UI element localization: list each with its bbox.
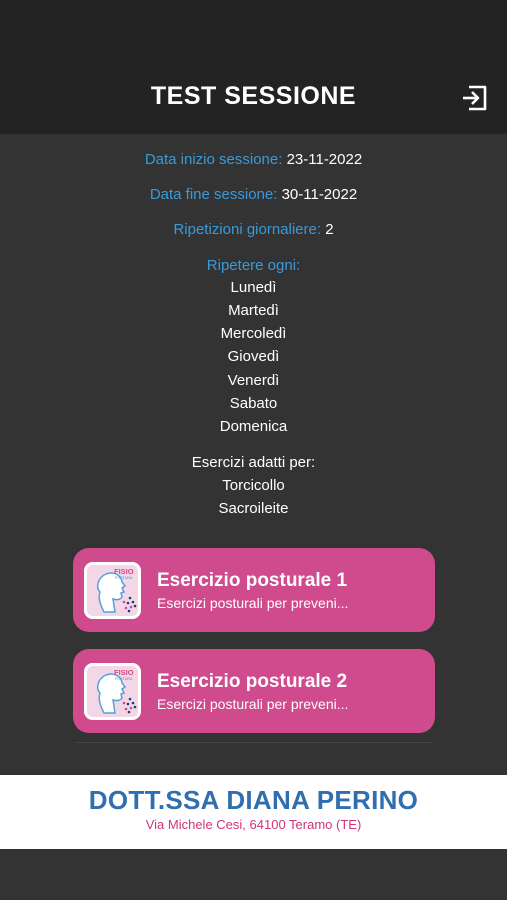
exercise-title: Esercizio posturale 2: [157, 671, 348, 692]
thumb-brand: FISIO: [114, 668, 134, 677]
exercise-subtitle: Esercizi posturali per preveni...: [157, 595, 349, 611]
day-item: Lunedì: [230, 279, 277, 296]
bottom-spacer: [0, 849, 507, 900]
condition-item: Torcicollo: [222, 477, 285, 494]
suited-for-label: Esercizi adatti per:: [191, 454, 316, 471]
doctor-address: Via Michele Cesi, 64100 Teramo (TE): [145, 817, 362, 832]
repeat-every-label-row: Ripetere ogni:: [0, 257, 507, 274]
day-item: Domenica: [219, 418, 288, 435]
thumb-brand-sub: POSTURA: [115, 677, 133, 681]
day-item: Mercoledì: [220, 325, 287, 342]
list-divider: [75, 742, 433, 743]
repeat-every-label: Ripetere ogni:: [206, 257, 301, 274]
day-item: Giovedì: [227, 348, 280, 365]
exercise-title: Esercizio posturale 1: [157, 570, 348, 591]
logout-button[interactable]: [460, 84, 490, 112]
daily-reps-value: 2: [325, 221, 334, 238]
session-end-value: 30-11-2022: [281, 186, 358, 203]
day-item: Sabato: [229, 395, 278, 412]
exercise-subtitle: Esercizi posturali per preveni...: [157, 696, 349, 712]
thumb-brand: FISIO: [114, 567, 134, 576]
session-start-value: 23-11-2022: [286, 151, 363, 168]
daily-reps-label: Ripetizioni giornaliere:: [173, 221, 322, 238]
session-start-label: Data inizio sessione:: [144, 151, 283, 168]
session-end-label: Data fine sessione:: [149, 186, 278, 203]
exercise-card[interactable]: FISIO POSTURA Esercizio posturale 1 Eser…: [73, 548, 435, 632]
app-header: TEST SESSIONE: [0, 0, 507, 134]
footer-banner: DOTT.SSA DIANA PERINO Via Michele Cesi, …: [0, 775, 507, 849]
daily-reps-row: Ripetizioni giornaliere: 2: [0, 221, 507, 238]
thumb-brand-sub: POSTURA: [115, 576, 133, 580]
doctor-name: DOTT.SSA DIANA PERINO: [88, 785, 419, 815]
session-start-row: Data inizio sessione: 23-11-2022: [0, 151, 507, 168]
exercise-thumbnail: FISIO POSTURA: [84, 663, 141, 720]
session-end-row: Data fine sessione: 30-11-2022: [0, 186, 507, 203]
logout-icon: [463, 85, 487, 111]
exercise-thumbnail: FISIO POSTURA: [84, 562, 141, 619]
condition-item: Sacroileite: [218, 500, 289, 517]
exercise-card[interactable]: FISIO POSTURA Esercizio posturale 2 Eser…: [73, 649, 435, 733]
page-title: TEST SESSIONE: [150, 82, 357, 110]
day-item: Martedì: [228, 302, 279, 319]
day-item: Venerdì: [227, 372, 280, 389]
